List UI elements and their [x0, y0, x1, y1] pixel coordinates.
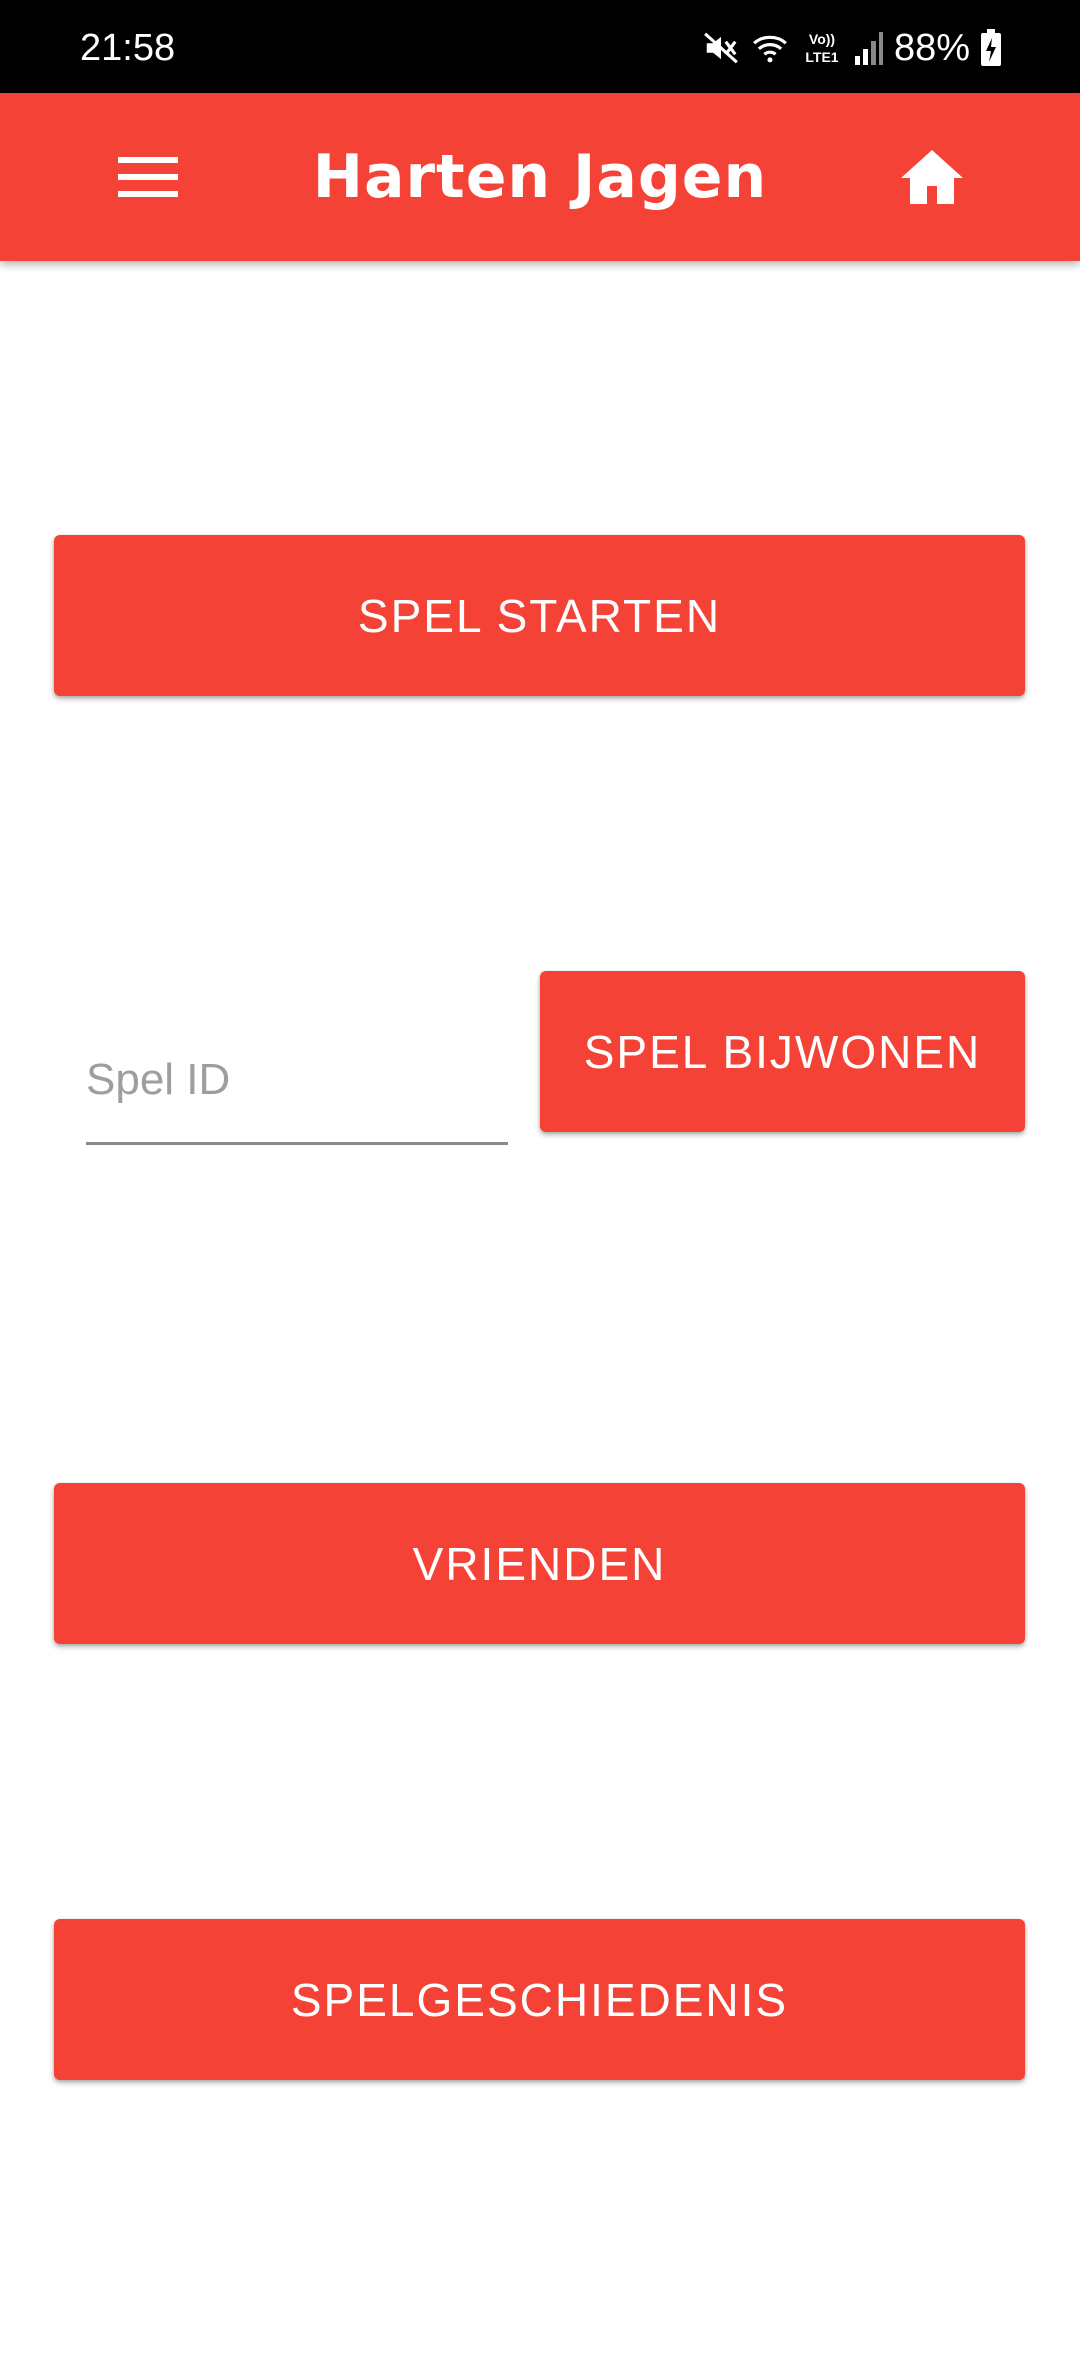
svg-text:LTE1: LTE1 [805, 49, 838, 65]
status-icons: Vo)) LTE1 88% [702, 26, 1002, 70]
friends-button[interactable]: VRIENDEN [54, 1483, 1025, 1644]
volte-lte-icon: Vo)) LTE1 [800, 28, 844, 68]
signal-icon [854, 30, 884, 66]
start-game-button[interactable]: SPEL STARTEN [54, 535, 1025, 696]
game-id-input[interactable] [86, 1030, 508, 1130]
join-game-button[interactable]: SPEL BIJWONEN [540, 971, 1025, 1132]
game-history-button[interactable]: SPELGESCHIEDENIS [54, 1919, 1025, 2080]
status-time: 21:58 [80, 27, 176, 69]
svg-text:Vo)): Vo)) [809, 31, 835, 47]
battery-charging-icon [980, 29, 1002, 67]
status-bar: 21:58 Vo)) LTE1 88% [0, 0, 1080, 93]
home-button[interactable] [884, 133, 980, 221]
mute-icon [702, 29, 740, 67]
battery-percent: 88% [893, 27, 970, 69]
wifi-icon [750, 29, 790, 67]
home-icon [899, 148, 965, 206]
app-bar: Harten Jagen [0, 93, 1080, 261]
game-id-field-wrapper [86, 1030, 508, 1145]
